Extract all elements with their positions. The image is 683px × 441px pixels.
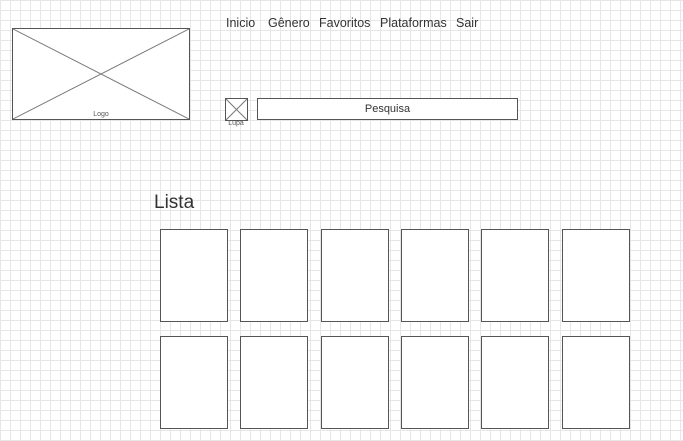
list-item[interactable]: [160, 336, 228, 429]
list-item[interactable]: [321, 229, 389, 322]
nav-item-sair[interactable]: Sair: [456, 16, 478, 30]
search-button[interactable]: [225, 98, 248, 121]
list-title: Lista: [154, 192, 195, 213]
list-item[interactable]: [240, 336, 308, 429]
list-item[interactable]: [481, 336, 549, 429]
list-item[interactable]: [401, 229, 469, 322]
list-item[interactable]: [240, 229, 308, 322]
search-icon-label: Lupa: [228, 120, 244, 127]
list-item[interactable]: [321, 336, 389, 429]
list-item[interactable]: [562, 336, 630, 429]
search-input[interactable]: [257, 98, 518, 120]
list-item[interactable]: [160, 229, 228, 322]
nav-item-plataformas[interactable]: Plataformas: [380, 16, 447, 30]
list-item[interactable]: [401, 336, 469, 429]
nav-item-inicio[interactable]: Inicio: [226, 16, 255, 30]
image-placeholder-icon: [13, 29, 189, 119]
list-item[interactable]: [562, 229, 630, 322]
nav-item-genero[interactable]: Gênero: [268, 16, 310, 30]
nav-item-favoritos[interactable]: Favoritos: [319, 16, 370, 30]
logo-label: Logo: [93, 111, 109, 118]
logo-placeholder: Logo: [12, 28, 190, 120]
magnifier-placeholder-icon: [226, 99, 247, 120]
list-item[interactable]: [481, 229, 549, 322]
